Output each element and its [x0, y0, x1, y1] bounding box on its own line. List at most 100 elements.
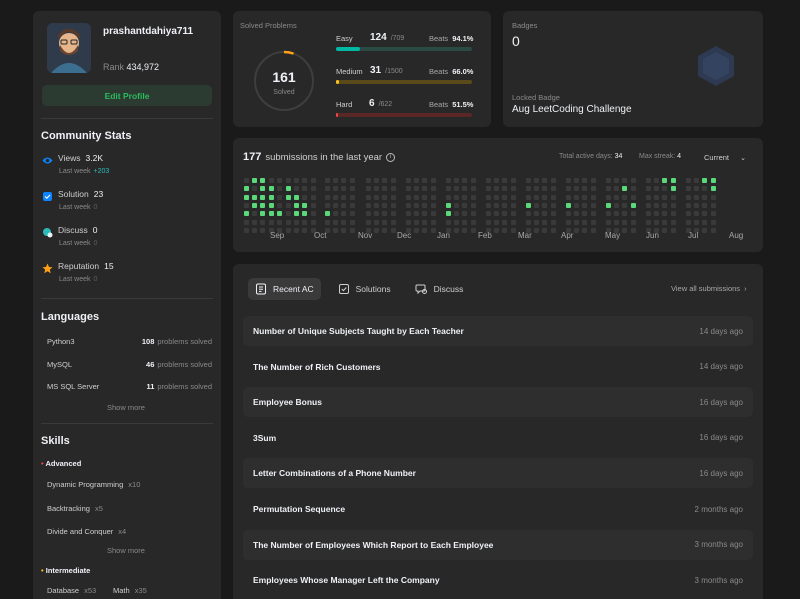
calendar-day[interactable] — [574, 227, 580, 233]
calendar-day[interactable] — [252, 186, 258, 192]
username[interactable]: prashantdahiya711 — [103, 26, 193, 37]
calendar-day[interactable] — [286, 178, 291, 183]
calendar-day[interactable] — [654, 219, 660, 225]
calendar-day[interactable] — [302, 178, 308, 183]
calendar-day[interactable] — [244, 178, 249, 183]
calendar-day[interactable] — [566, 186, 571, 192]
calendar-day[interactable] — [374, 211, 380, 217]
calendar-day[interactable] — [630, 186, 636, 192]
calendar-day[interactable] — [614, 211, 620, 217]
calendar-day[interactable] — [286, 202, 291, 208]
calendar-day[interactable] — [662, 186, 668, 192]
calendar-day[interactable] — [686, 186, 691, 192]
locked-badge-icon[interactable] — [694, 44, 738, 88]
calendar-day[interactable] — [244, 219, 249, 225]
calendar-day[interactable] — [662, 202, 668, 208]
calendar-day[interactable] — [430, 211, 436, 217]
calendar-day[interactable] — [510, 186, 516, 192]
calendar-day[interactable] — [276, 202, 282, 208]
languages-show-more[interactable]: Show more — [107, 403, 145, 412]
calendar-day[interactable] — [590, 194, 596, 200]
calendar-day[interactable] — [662, 178, 668, 183]
calendar-day[interactable] — [494, 194, 500, 200]
calendar-day[interactable] — [686, 211, 691, 217]
calendar-day[interactable] — [606, 202, 611, 208]
calendar-day[interactable] — [286, 227, 291, 233]
calendar-day[interactable] — [526, 211, 531, 217]
calendar-day[interactable] — [462, 186, 468, 192]
calendar-day[interactable] — [526, 186, 531, 192]
calendar-day[interactable] — [654, 186, 660, 192]
calendar-day[interactable] — [710, 219, 716, 225]
calendar-day[interactable] — [390, 186, 396, 192]
calendar-day[interactable] — [252, 202, 258, 208]
calendar-day[interactable] — [244, 186, 249, 192]
calendar-day[interactable] — [646, 219, 651, 225]
calendar-day[interactable] — [614, 186, 620, 192]
calendar-day[interactable] — [494, 178, 500, 183]
calendar-day[interactable] — [622, 202, 628, 208]
calendar-day[interactable] — [470, 227, 476, 233]
submission-title[interactable]: 3Sum — [253, 433, 276, 443]
calendar-day[interactable] — [454, 219, 460, 225]
calendar-day[interactable] — [566, 194, 571, 200]
calendar-day[interactable] — [260, 227, 266, 233]
calendar-day[interactable] — [590, 227, 596, 233]
calendar-day[interactable] — [702, 202, 708, 208]
skill-tag[interactable]: Divide and Conquer x4 — [47, 527, 126, 536]
calendar-day[interactable] — [470, 211, 476, 217]
calendar-day[interactable] — [349, 186, 355, 192]
calendar-day[interactable] — [333, 202, 339, 208]
calendar-day[interactable] — [510, 219, 516, 225]
calendar-day[interactable] — [406, 194, 411, 200]
calendar-day[interactable] — [268, 202, 274, 208]
calendar-day[interactable] — [566, 202, 571, 208]
calendar-day[interactable] — [510, 178, 516, 183]
calendar-day[interactable] — [622, 227, 628, 233]
calendar-day[interactable] — [430, 227, 436, 233]
calendar-day[interactable] — [574, 194, 580, 200]
calendar-day[interactable] — [302, 219, 308, 225]
skills-show-more[interactable]: Show more — [107, 546, 145, 555]
calendar-day[interactable] — [366, 219, 371, 225]
calendar-day[interactable] — [470, 219, 476, 225]
calendar-day[interactable] — [702, 194, 708, 200]
submission-title[interactable]: Letter Combinations of a Phone Number — [253, 468, 416, 478]
calendar-day[interactable] — [494, 202, 500, 208]
calendar-day[interactable] — [646, 194, 651, 200]
calendar-day[interactable] — [462, 211, 468, 217]
calendar-day[interactable] — [325, 178, 330, 183]
calendar-day[interactable] — [260, 194, 266, 200]
calendar-day[interactable] — [486, 178, 491, 183]
calendar-day[interactable] — [582, 211, 588, 217]
calendar-day[interactable] — [382, 211, 388, 217]
language-name[interactable]: Python3 — [47, 337, 75, 346]
calendar-day[interactable] — [630, 178, 636, 183]
calendar-day[interactable] — [630, 219, 636, 225]
calendar-day[interactable] — [654, 202, 660, 208]
calendar-day[interactable] — [670, 211, 676, 217]
calendar-day[interactable] — [550, 202, 556, 208]
calendar-day[interactable] — [702, 211, 708, 217]
calendar-day[interactable] — [366, 202, 371, 208]
calendar-day[interactable] — [534, 194, 540, 200]
calendar-day[interactable] — [302, 227, 308, 233]
calendar-day[interactable] — [574, 202, 580, 208]
calendar-day[interactable] — [366, 194, 371, 200]
calendar-day[interactable] — [486, 194, 491, 200]
calendar-day[interactable] — [374, 186, 380, 192]
calendar-day[interactable] — [606, 186, 611, 192]
calendar-day[interactable] — [286, 211, 291, 217]
calendar-day[interactable] — [374, 227, 380, 233]
calendar-day[interactable] — [574, 211, 580, 217]
calendar-day[interactable] — [622, 194, 628, 200]
calendar-day[interactable] — [686, 178, 691, 183]
calendar-day[interactable] — [462, 178, 468, 183]
calendar-day[interactable] — [286, 186, 291, 192]
language-name[interactable]: MS SQL Server — [47, 382, 99, 391]
calendar-day[interactable] — [710, 178, 716, 183]
calendar-day[interactable] — [294, 178, 300, 183]
calendar-day[interactable] — [582, 219, 588, 225]
calendar-day[interactable] — [462, 194, 468, 200]
calendar-day[interactable] — [670, 219, 676, 225]
